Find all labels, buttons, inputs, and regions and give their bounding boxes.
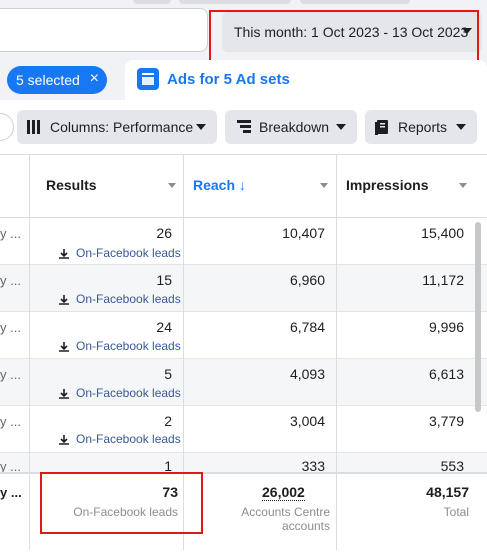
sort-caret-icon[interactable] [459,183,467,188]
results-value: 26 [156,225,172,241]
impressions-value: 15,400 [421,225,464,241]
results-value: 2 [164,413,172,429]
date-range-label: This month: 1 Oct 2023 - 13 Oct 2023 [234,24,469,40]
vertical-scrollbar[interactable] [475,222,481,412]
columns-button[interactable]: Columns: Performance [17,110,217,144]
search-filter-field[interactable] [0,8,208,52]
ad-name-truncated[interactable]: y ... [0,226,21,241]
total-impressions: 48,157 [426,484,469,500]
ad-name-truncated[interactable]: y ... [0,414,21,429]
impressions-value: 6,613 [428,366,464,382]
total-reach[interactable]: 26,002 [262,484,305,501]
reach-value: 10,407 [282,225,325,241]
results-value: 24 [156,319,172,335]
total-results-type: On-Facebook leads [73,505,178,519]
result-type-link[interactable]: On-Facebook leads [76,292,181,306]
column-header-reach[interactable]: Reach ↓ [193,177,246,193]
impressions-value: 9,996 [428,319,464,335]
column-header-results[interactable]: Results [46,177,97,193]
column-divider [29,218,30,472]
reach-value: 6,784 [289,319,325,335]
column-divider [183,218,184,472]
chevron-down-icon [336,124,346,130]
download-icon [59,295,69,305]
selected-filter-pill[interactable]: 5 selected × [7,66,107,94]
results-value: 15 [156,272,172,288]
column-divider [336,474,337,550]
reports-icon [375,120,388,135]
ad-name-truncated[interactable]: y ... [0,273,21,288]
reach-value: 3,004 [289,413,325,429]
totals-label-truncated: y ... [0,485,22,500]
reports-label: Reports [398,119,448,135]
ads-icon [137,68,159,90]
breakdown-label: Breakdown [259,119,330,135]
reach-value: 6,960 [289,272,325,288]
reach-value: 4,093 [289,366,325,382]
column-divider [336,218,337,472]
result-type-link[interactable]: On-Facebook leads [76,386,181,400]
chevron-down-icon [196,124,206,130]
sort-caret-icon[interactable] [320,183,328,188]
ad-name-truncated[interactable]: y ... [0,320,21,335]
ad-name-truncated[interactable]: y ... [0,367,21,382]
reports-button[interactable]: Reports [365,110,477,144]
column-header-impressions[interactable]: Impressions [346,177,428,193]
total-reach-type: Accounts Centre accounts [241,505,330,533]
download-icon [59,435,69,445]
sort-caret-icon[interactable] [168,183,176,188]
columns-label: Columns: Performance [50,119,194,135]
column-divider [29,474,30,550]
total-impressions-type: Total [443,505,469,519]
download-icon [59,342,69,352]
breakdown-icon [237,120,251,133]
result-type-link[interactable]: On-Facebook leads [76,246,181,260]
tab-ads-for-ad-sets[interactable]: Ads for 5 Ad sets [125,60,487,100]
total-results: 73 [162,484,178,500]
results-value: 5 [164,366,172,382]
result-type-link[interactable]: On-Facebook leads [76,339,181,353]
download-icon [59,389,69,399]
chevron-down-icon [456,124,466,130]
breakdown-button[interactable]: Breakdown [225,110,357,144]
selected-count-label: 5 selected [16,72,80,88]
chevron-down-icon [462,28,472,34]
date-range-button[interactable]: This month: 1 Oct 2023 - 13 Oct 2023 [222,12,482,52]
column-divider [183,474,184,550]
impressions-value: 3,779 [428,413,464,429]
columns-icon [27,120,40,134]
download-icon [59,249,69,259]
result-type-link[interactable]: On-Facebook leads [76,432,181,446]
close-icon[interactable]: × [90,71,99,87]
tab-ads-label: Ads for 5 Ad sets [167,71,290,88]
impressions-value: 11,172 [422,272,464,288]
